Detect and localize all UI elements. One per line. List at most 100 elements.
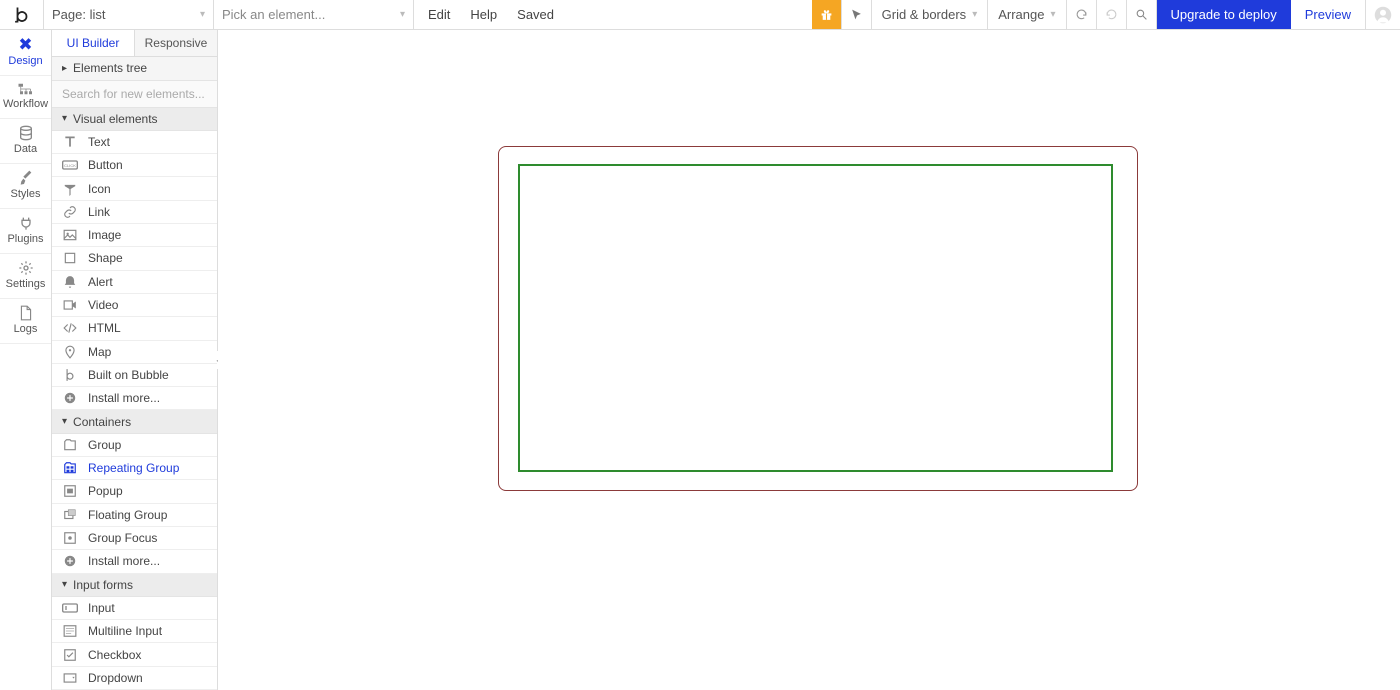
- element-item-label: Checkbox: [88, 648, 141, 662]
- video-icon: [62, 298, 78, 312]
- shape-icon: [62, 251, 78, 265]
- undo-icon: [1075, 7, 1088, 22]
- element-item-group-focus[interactable]: Group Focus: [52, 527, 217, 550]
- rail-styles[interactable]: Styles: [0, 164, 51, 209]
- section-elements-tree[interactable]: ▸ Elements tree: [52, 57, 217, 80]
- input-icon: [62, 603, 78, 613]
- rail-logs[interactable]: Logs: [0, 299, 51, 344]
- chevron-down-icon: ▾: [972, 9, 977, 20]
- element-item-label: Repeating Group: [88, 461, 179, 475]
- section-containers[interactable]: ▾ Containers: [52, 410, 217, 433]
- main-area: ✖ Design Workflow Data Styles Plugins Se…: [0, 30, 1400, 690]
- section-input-forms[interactable]: ▾ Input forms: [52, 574, 217, 597]
- element-item-label: Multiline Input: [88, 624, 162, 638]
- element-item-checkbox[interactable]: Checkbox: [52, 643, 217, 666]
- panel-tabs: UI Builder Responsive: [52, 30, 217, 57]
- element-item-alert[interactable]: Alert: [52, 271, 217, 294]
- page-label: Page: list: [52, 7, 106, 22]
- element-item-multiline-input[interactable]: Multiline Input: [52, 620, 217, 643]
- element-item-text[interactable]: Text: [52, 131, 217, 154]
- element-item-button[interactable]: CLICKButton: [52, 154, 217, 177]
- rail-label: Design: [8, 55, 42, 67]
- search-icon: [1135, 7, 1148, 22]
- caret-down-icon: ▾: [62, 416, 67, 427]
- rail-data[interactable]: Data: [0, 119, 51, 164]
- install-more-icon: [62, 554, 78, 568]
- element-item-shape[interactable]: Shape: [52, 247, 217, 270]
- install-more-icon: [62, 391, 78, 405]
- pointer-tool[interactable]: [842, 0, 872, 29]
- map-icon: [62, 345, 78, 359]
- menu-help[interactable]: Help: [470, 7, 497, 22]
- section-label: Elements tree: [73, 61, 147, 75]
- element-item-label: Install more...: [88, 391, 160, 405]
- element-item-built-on-bubble[interactable]: Built on Bubble: [52, 364, 217, 387]
- elements-panel: UI Builder Responsive ▸ Elements tree ▾ …: [52, 30, 218, 690]
- user-avatar[interactable]: [1366, 0, 1400, 29]
- user-icon: [1374, 6, 1392, 24]
- element-item-label: Input: [88, 601, 115, 615]
- chevron-down-icon: ▾: [400, 9, 405, 20]
- dropdown-icon: [62, 671, 78, 685]
- rail-label: Logs: [14, 323, 38, 335]
- rail-workflow[interactable]: Workflow: [0, 76, 51, 119]
- caret-right-icon: ▸: [62, 63, 67, 74]
- element-item-install-more[interactable]: Install more...: [52, 387, 217, 410]
- element-item-icon[interactable]: Icon: [52, 177, 217, 200]
- repeating-group-outline[interactable]: [518, 164, 1113, 472]
- workflow-icon: [17, 82, 35, 96]
- popup-icon: [62, 484, 78, 498]
- rail-plugins[interactable]: Plugins: [0, 209, 51, 254]
- upgrade-button[interactable]: Upgrade to deploy: [1157, 0, 1291, 29]
- html-icon: [62, 321, 78, 335]
- gift-button[interactable]: [812, 0, 842, 29]
- search-button[interactable]: [1127, 0, 1157, 29]
- element-item-repeating-group[interactable]: Repeating Group: [52, 457, 217, 480]
- editor-canvas[interactable]: [218, 30, 1400, 690]
- tab-responsive[interactable]: Responsive: [135, 30, 217, 56]
- rail-design[interactable]: ✖ Design: [0, 30, 51, 76]
- floating-group-icon: [62, 508, 78, 522]
- element-item-group[interactable]: Group: [52, 434, 217, 457]
- multiline-input-icon: [62, 624, 78, 638]
- element-item-html[interactable]: HTML: [52, 317, 217, 340]
- element-item-label: Link: [88, 205, 110, 219]
- undo-button[interactable]: [1067, 0, 1097, 29]
- gear-icon: [18, 260, 34, 276]
- element-picker[interactable]: Pick an element... ▾: [214, 0, 414, 29]
- chevron-down-icon: ▾: [1050, 9, 1055, 20]
- app-logo[interactable]: [0, 0, 44, 29]
- visual-elements-list: TextCLICKButtonIcon Link ImageShape Alert Vi…: [52, 131, 217, 411]
- preview-button[interactable]: Preview: [1291, 0, 1366, 29]
- search-input[interactable]: [52, 81, 217, 107]
- section-visual-elements[interactable]: ▾ Visual elements: [52, 108, 217, 131]
- input-forms-list: Input Multiline Input Checkbox Dropdown: [52, 597, 217, 690]
- rail-label: Workflow: [3, 98, 48, 110]
- repeating-group-icon: [62, 461, 78, 475]
- element-item-map[interactable]: Map: [52, 341, 217, 364]
- arrange-dropdown[interactable]: Arrange ▾: [988, 0, 1066, 29]
- element-item-label: Group Focus: [88, 531, 157, 545]
- element-item-input[interactable]: Input: [52, 597, 217, 620]
- page-selector[interactable]: Page: list ▾: [44, 0, 214, 29]
- element-item-dropdown[interactable]: Dropdown: [52, 667, 217, 690]
- element-item-image[interactable]: Image: [52, 224, 217, 247]
- caret-down-icon: ▾: [62, 579, 67, 590]
- bubble-logo-icon: [13, 6, 31, 24]
- element-item-label: Popup: [88, 484, 123, 498]
- element-item-floating-group[interactable]: Floating Group: [52, 504, 217, 527]
- rail-settings[interactable]: Settings: [0, 254, 51, 299]
- element-item-popup[interactable]: Popup: [52, 480, 217, 503]
- upgrade-label: Upgrade to deploy: [1171, 7, 1277, 22]
- element-item-install-more[interactable]: Install more...: [52, 550, 217, 573]
- menu-edit[interactable]: Edit: [428, 7, 450, 22]
- design-icon: ✖: [18, 36, 32, 53]
- grid-borders-dropdown[interactable]: Grid & borders ▾: [872, 0, 989, 29]
- redo-button[interactable]: [1097, 0, 1127, 29]
- nav-rail: ✖ Design Workflow Data Styles Plugins Se…: [0, 30, 52, 690]
- element-item-video[interactable]: Video: [52, 294, 217, 317]
- element-item-link[interactable]: Link: [52, 201, 217, 224]
- tab-ui-builder[interactable]: UI Builder: [52, 30, 135, 56]
- elements-search: [52, 81, 217, 108]
- element-item-label: Alert: [88, 275, 113, 289]
